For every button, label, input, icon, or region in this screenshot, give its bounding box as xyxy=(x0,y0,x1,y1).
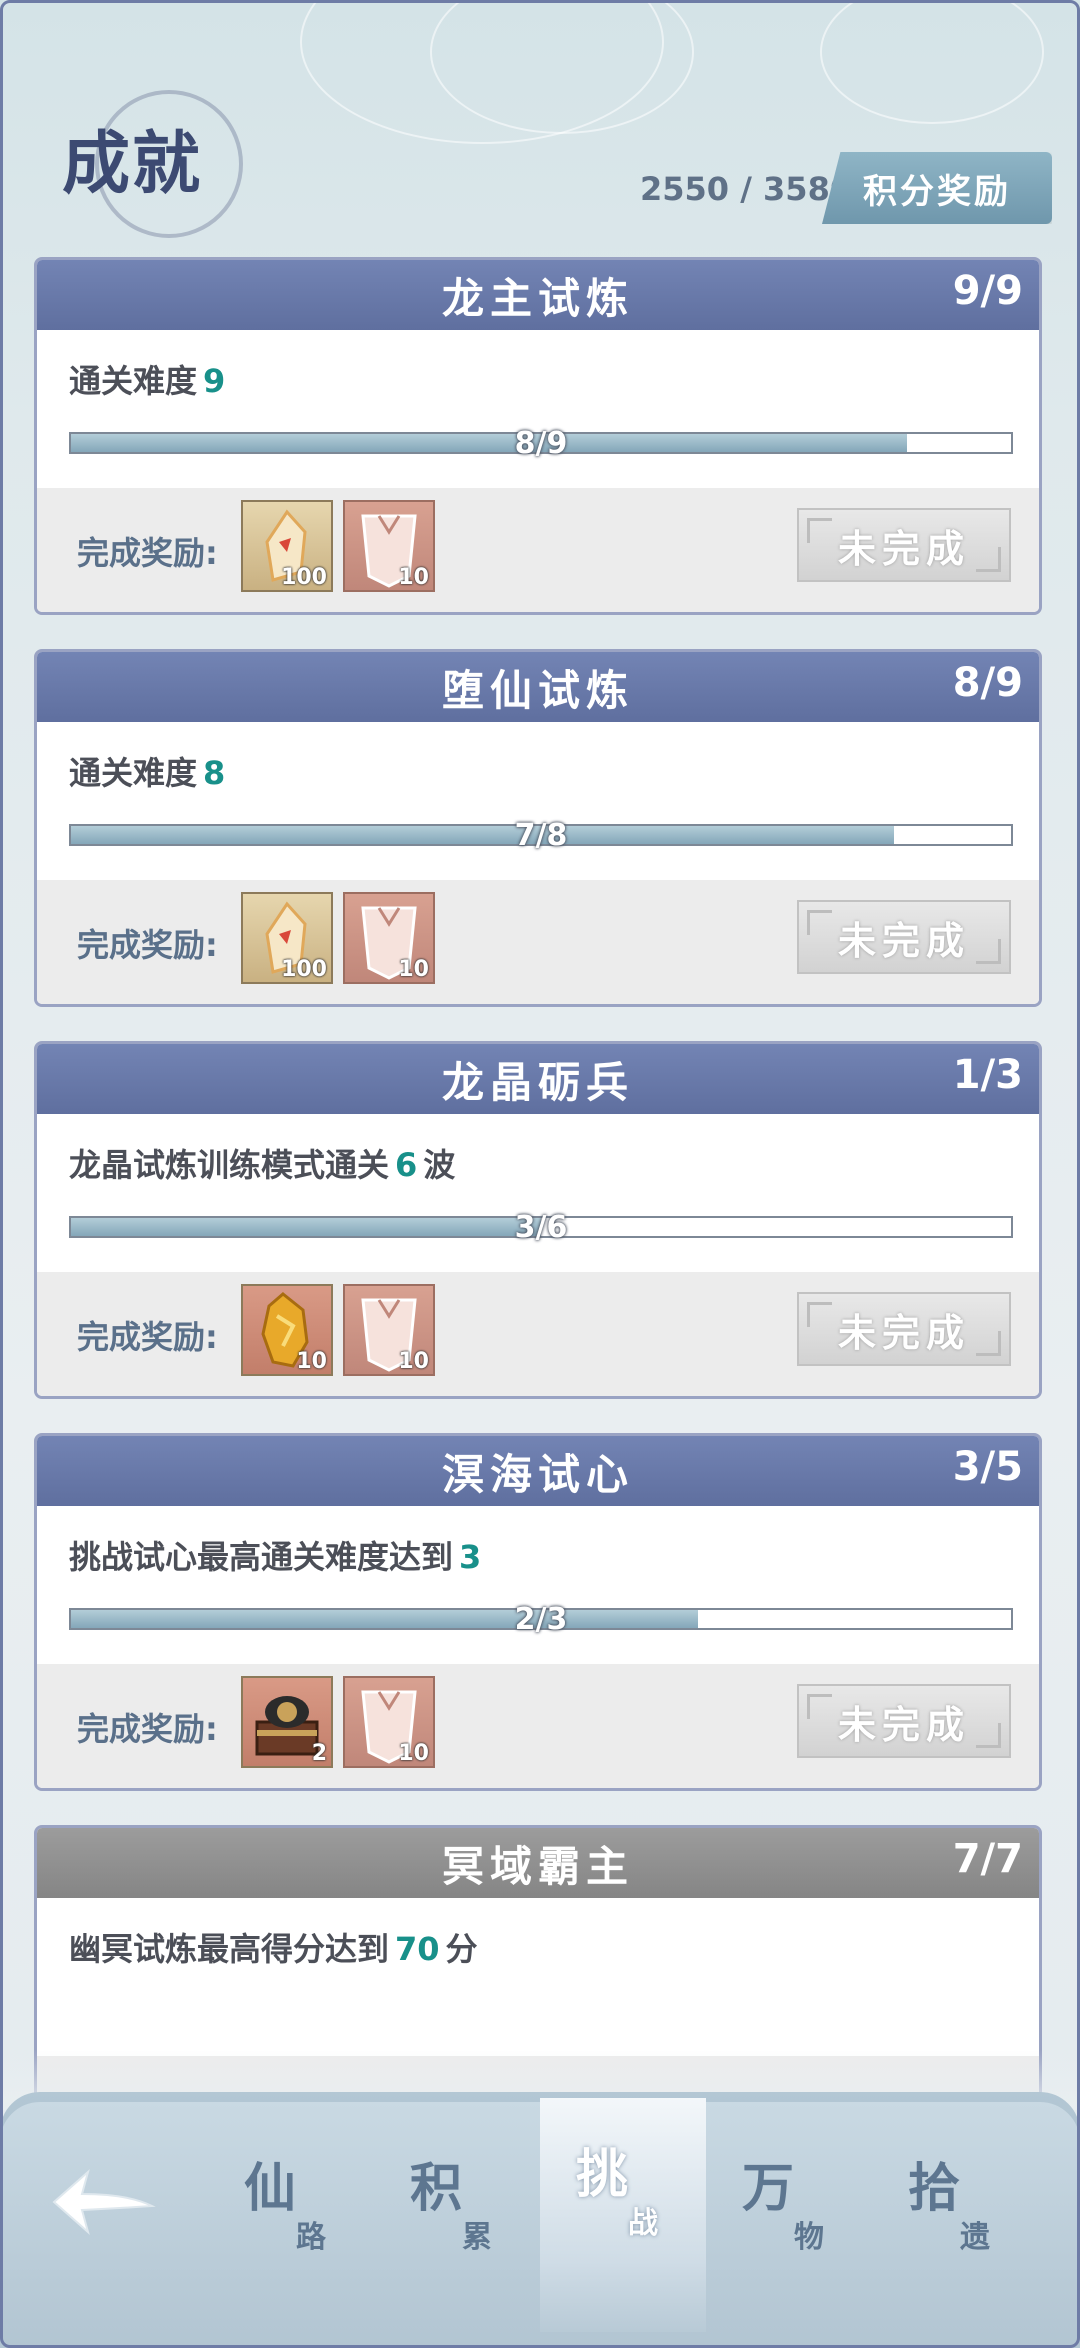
reward-qty: 10 xyxy=(398,957,429,982)
desc-suffix: 分 xyxy=(445,1930,478,1968)
card-description: 挑战试心最高通关难度达到 3 xyxy=(69,1532,487,1578)
card-description: 通关难度 9 xyxy=(69,356,231,402)
card-count: 7/7 xyxy=(952,1836,1023,1882)
reward-row: 完成奖励: 100 10 未完成 xyxy=(37,488,1039,612)
header: 成就 2550 / 3580 积分奖励 xyxy=(0,0,1080,250)
card-count: 9/9 xyxy=(952,268,1023,314)
status-button[interactable]: 未完成 xyxy=(797,900,1011,974)
tab-main-char: 仙 xyxy=(244,2158,297,2219)
reward-label: 完成奖励: xyxy=(77,926,218,964)
desc-text: 龙晶试炼训练模式通关 xyxy=(69,1146,390,1184)
tab-shiyi[interactable]: 拾 遗 xyxy=(872,2112,1038,2332)
tab-main-char: 万 xyxy=(742,2158,795,2219)
reward-row: 完成奖励: 100 10 未完成 xyxy=(37,880,1039,1004)
reward-row: 完成奖励: 2 10 未完成 xyxy=(37,1664,1039,1788)
card-count: 8/9 xyxy=(952,660,1023,706)
reward-item-armor-chest[interactable]: 10 xyxy=(343,500,435,592)
tab-sub-char: 物 xyxy=(794,2220,824,2255)
tab-main-char: 拾 xyxy=(908,2158,961,2219)
tab-main-char: 积 xyxy=(410,2158,463,2219)
progress-bar: 7/8 xyxy=(69,818,1013,853)
desc-suffix: 波 xyxy=(423,1146,456,1184)
card-count: 1/3 xyxy=(952,1052,1023,1098)
tab-jilei[interactable]: 积 累 xyxy=(374,2112,540,2332)
desc-number: 8 xyxy=(203,754,226,792)
points-score: 2550 / 3580 xyxy=(640,170,853,208)
reward-qty: 10 xyxy=(398,565,429,590)
card-header: 龙主试炼 9/9 xyxy=(37,260,1039,330)
reward-item-armor-chest[interactable]: 10 xyxy=(343,892,435,984)
desc-text: 通关难度 xyxy=(69,362,198,400)
progress-bar: 3/6 xyxy=(69,1210,1013,1245)
reward-label: 完成奖励: xyxy=(77,1318,218,1356)
tab-sub-char: 累 xyxy=(462,2220,492,2255)
reward-qty: 100 xyxy=(281,957,327,982)
reward-qty: 10 xyxy=(398,1349,429,1374)
desc-number: 6 xyxy=(395,1146,418,1184)
tab-xianlu[interactable]: 仙 路 xyxy=(208,2112,374,2332)
desc-text: 幽冥试炼最高得分达到 xyxy=(69,1930,390,1968)
tab-sub-char: 路 xyxy=(296,2220,326,2255)
reward-item-gold-ore[interactable]: 10 xyxy=(241,1284,333,1376)
achievement-card: 溟海试心 3/5 挑战试心最高通关难度达到 3 2/3 完成奖励: 2 10 未完… xyxy=(34,1433,1042,1791)
achievement-list: 龙主试炼 9/9 通关难度 9 8/9 完成奖励: 100 10 未完成 堕仙试炼 xyxy=(34,257,1044,2159)
card-header: 冥域霸主 7/7 xyxy=(37,1828,1039,1898)
card-title: 冥域霸主 xyxy=(441,1841,634,1891)
tab-sub-char: 战 xyxy=(628,2206,658,2241)
reward-qty: 10 xyxy=(398,1741,429,1766)
tab-sub-char: 遗 xyxy=(960,2220,990,2255)
page-title: 成就 xyxy=(62,124,203,204)
card-title: 龙晶砺兵 xyxy=(441,1057,634,1107)
card-description: 通关难度 8 xyxy=(69,748,231,794)
desc-number: 3 xyxy=(459,1538,482,1576)
reward-item-treasure-chest[interactable]: 2 xyxy=(241,1676,333,1768)
card-title: 堕仙试炼 xyxy=(441,665,634,715)
reward-label: 完成奖励: xyxy=(77,534,218,572)
status-button[interactable]: 未完成 xyxy=(797,508,1011,582)
card-title: 龙主试炼 xyxy=(441,273,634,323)
reward-label: 完成奖励: xyxy=(77,1710,218,1748)
reward-row: 完成奖励: 10 10 未完成 xyxy=(37,1272,1039,1396)
achievement-card: 龙主试炼 9/9 通关难度 9 8/9 完成奖励: 100 10 未完成 xyxy=(34,257,1042,615)
card-header: 龙晶砺兵 1/3 xyxy=(37,1044,1039,1114)
desc-number: 9 xyxy=(203,362,226,400)
tab-wanwu[interactable]: 万 物 xyxy=(706,2112,872,2332)
card-header: 堕仙试炼 8/9 xyxy=(37,652,1039,722)
desc-text: 挑战试心最高通关难度达到 xyxy=(69,1538,454,1576)
status-button[interactable]: 未完成 xyxy=(797,1684,1011,1758)
card-title: 溟海试心 xyxy=(441,1449,634,1499)
progress-bar: 2/3 xyxy=(69,1602,1013,1637)
tab-main-char: 挑 xyxy=(576,2144,629,2205)
progress-label: 7/8 xyxy=(514,818,568,853)
progress-label: 8/9 xyxy=(514,426,568,461)
desc-text: 通关难度 xyxy=(69,754,198,792)
reward-qty: 100 xyxy=(281,565,327,590)
card-count: 3/5 xyxy=(952,1444,1023,1490)
status-button[interactable]: 未完成 xyxy=(797,1292,1011,1366)
tab-tiaozhan[interactable]: 挑 战 xyxy=(540,2098,706,2332)
reward-item-armor-chest[interactable]: 10 xyxy=(343,1284,435,1376)
progress-label: 2/3 xyxy=(514,1602,568,1637)
decor-cloud xyxy=(820,0,1044,124)
reward-item-crystal-shard[interactable]: 100 xyxy=(241,500,333,592)
points-reward-button[interactable]: 积分奖励 xyxy=(822,152,1052,224)
desc-number: 70 xyxy=(395,1930,440,1968)
reward-qty: 10 xyxy=(296,1349,327,1374)
back-button[interactable] xyxy=(48,2162,158,2242)
achievement-card: 堕仙试炼 8/9 通关难度 8 7/8 完成奖励: 100 10 未完成 xyxy=(34,649,1042,1007)
achievement-card: 龙晶砺兵 1/3 龙晶试炼训练模式通关 6 波 3/6 完成奖励: 10 10 未完… xyxy=(34,1041,1042,1399)
progress-bar: 8/9 xyxy=(69,426,1013,461)
back-arrow-icon xyxy=(52,2169,156,2235)
reward-item-crystal-shard[interactable]: 100 xyxy=(241,892,333,984)
bottom-nav: 仙 路 积 累 挑 战 万 物 拾 遗 xyxy=(0,2092,1080,2348)
progress-label: 3/6 xyxy=(514,1210,568,1245)
card-description: 幽冥试炼最高得分达到 70 分 xyxy=(69,1924,478,1970)
card-header: 溟海试心 3/5 xyxy=(37,1436,1039,1506)
reward-item-armor-chest[interactable]: 10 xyxy=(343,1676,435,1768)
reward-qty: 2 xyxy=(311,1741,327,1766)
card-description: 龙晶试炼训练模式通关 6 波 xyxy=(69,1140,455,1186)
